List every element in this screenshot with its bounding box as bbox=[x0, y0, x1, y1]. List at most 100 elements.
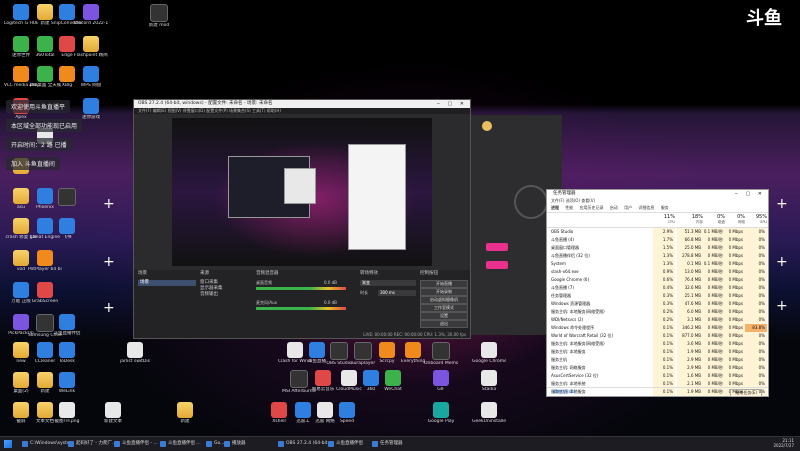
process-row[interactable]: 斗鱼直播伴侣 (32 位) 1.3% 278.8 MB 0 MB/秒 0 Mbps 0% bbox=[547, 252, 768, 260]
process-row[interactable]: AsusCertService (32 位) 0.1% 1.6 MB 0 MB/秒 0 … bbox=[547, 372, 768, 380]
desktop-icon[interactable]: 迷你游戏 bbox=[74, 98, 108, 120]
window-controls-icon[interactable]: ‒ ▢ ✕ bbox=[437, 100, 467, 108]
process-row[interactable]: 任务管理器 0.3% 25.1 MB 0 MB/秒 0 Mbps 0% bbox=[547, 292, 768, 300]
notification-2[interactable]: 本区域全部功能现已启用 bbox=[6, 119, 83, 132]
settings-button[interactable] bbox=[486, 261, 508, 269]
desktop-icon[interactable]: WPS 网盘 bbox=[74, 66, 108, 88]
process-row[interactable]: 桌面窗口管理器 1.5% 25.0 MB 0 MB/秒 0 Mbps 0% bbox=[547, 244, 768, 252]
obs-window[interactable]: OBS 27.2.4 (64-bit, windows) - 配置文件: 未命名… bbox=[133, 99, 471, 339]
taskbar-button[interactable]: OBS 27.2.4 (64-bit... bbox=[276, 439, 332, 449]
process-row[interactable]: 服务主机 0.1% 2.9 MB 0 MB/秒 0 Mbps 0% bbox=[547, 356, 768, 364]
process-row[interactable]: 服务主机: 本地服务 0.1% 1.9 MB 0 MB/秒 0 Mbps 0% bbox=[547, 348, 768, 356]
end-task-button[interactable]: 结束任务(E) bbox=[730, 389, 762, 397]
tab-users[interactable]: 用户 bbox=[624, 205, 632, 210]
desktop-icon[interactable]: GrabScreen bbox=[28, 282, 62, 304]
scene-item[interactable]: 场景 bbox=[138, 280, 196, 286]
source-item[interactable]: 音频输出 bbox=[200, 292, 252, 298]
desktop-icon[interactable] bbox=[50, 188, 84, 207]
fewer-details-link[interactable]: 简略信息(D) bbox=[553, 388, 575, 396]
process-row[interactable]: 服务主机: 本地服务(网络受限) 0.1% 3.6 MB 0 MB/秒 0 Mbps 0% bbox=[547, 340, 768, 348]
desktop-icon[interactable]: PotPlayer 64 bit bbox=[28, 250, 62, 272]
settings-button[interactable]: 设置 bbox=[420, 312, 468, 320]
start-icon[interactable] bbox=[4, 440, 12, 448]
desktop-icon[interactable]: 新建 bbox=[168, 402, 202, 424]
desktop-icon[interactable]: Speed bbox=[330, 402, 364, 424]
process-row[interactable]: 斗鱼直播 (4) 1.7% 66.8 MB 0 MB/秒 0 Mbps 0% bbox=[547, 236, 768, 244]
process-row[interactable]: System 1.3% 0.1 MB 0.1 MB/秒 0 Mbps 0% bbox=[547, 260, 768, 268]
task-manager-window[interactable]: 任务管理器 ‒ ▢ ✕ 文件(F) 选项(O) 查看(V) 进程 性能 应用历史… bbox=[546, 189, 769, 397]
start-recording-button[interactable]: 开始录制 bbox=[420, 288, 468, 296]
process-net: 0 Mbps bbox=[723, 348, 745, 356]
studio-mode-button[interactable]: 工作室模式 bbox=[420, 304, 468, 312]
tab-performance[interactable]: 性能 bbox=[565, 205, 573, 210]
tab-details[interactable]: 详细信息 bbox=[638, 205, 654, 210]
notification-1[interactable]: 欢迎使用斗鱼直播平 bbox=[6, 100, 71, 113]
desktop-icon[interactable]: Flashpoint 精简版(1GB) bbox=[74, 36, 108, 58]
taskbar-button[interactable]: 播放器 bbox=[222, 439, 246, 449]
desktop-icon[interactable]: ToDesk bbox=[50, 342, 84, 364]
desktop-icon[interactable]: 飞书 bbox=[50, 218, 84, 240]
process-row[interactable]: World of Warcraft Retail (32 位) 0.1% 877.0… bbox=[547, 332, 768, 340]
taskbar-button[interactable]: 起码好了 - 力爬广... bbox=[66, 439, 116, 449]
process-row[interactable]: OBS Studio 2.9% 51.3 MB 0.1 MB/秒 0 Mbps 0% bbox=[547, 228, 768, 236]
desktop-icon[interactable]: Google Chrome bbox=[472, 342, 506, 364]
process-row[interactable]: Windows 命令处理程序 0.1% 346.2 MB 0 MB/秒 0 Mbps 83… bbox=[547, 324, 768, 332]
process-row[interactable]: 服务主机: 本地服务(网络受限) 0.2% 6.0 MB 0 MB/秒 0 Mbps 0% bbox=[547, 308, 768, 316]
tm-titlebar[interactable]: 任务管理器 ‒ ▢ ✕ bbox=[547, 190, 768, 198]
record-ring-icon[interactable] bbox=[514, 185, 548, 219]
desktop-icon[interactable]: 新建 mod bbox=[142, 4, 176, 28]
window-controls-icon[interactable]: ‒ ▢ ✕ bbox=[735, 190, 765, 198]
desktop-icon[interactable]: jarlist switDis bbox=[118, 342, 152, 364]
process-row[interactable]: 服务主机: 网络服务 0.1% 2.9 MB 0 MB/秒 0 Mbps 0% bbox=[547, 364, 768, 372]
app-icon bbox=[37, 282, 53, 298]
taskbar-button[interactable]: 斗鱼直播伴侣 - ... bbox=[112, 439, 158, 449]
column-header[interactable]: 18% 内存 bbox=[677, 214, 703, 225]
process-row[interactable]: Windows 资源管理器 0.3% 47.6 MB 0 MB/秒 0 Mbps 0% bbox=[547, 300, 768, 308]
desktop-icon[interactable]: GeekUninstaller bbox=[472, 402, 506, 424]
desktop-icon[interactable]: 截图TH.png bbox=[50, 402, 84, 424]
tab-startup[interactable]: 启动 bbox=[610, 205, 618, 210]
desktop-icon-label: WPS 网盘 bbox=[80, 83, 102, 88]
tab-processes[interactable]: 进程 bbox=[551, 205, 559, 210]
process-row[interactable]: 斗鱼直播 (7) 0.4% 32.6 MB 0 MB/秒 0 Mbps 0% bbox=[547, 284, 768, 292]
start-streaming-button[interactable]: 开始直播 bbox=[420, 280, 468, 288]
process-name: slash-x64.exe bbox=[551, 269, 579, 274]
taskbar-button[interactable]: 斗鱼直播伴侣 ... bbox=[158, 439, 201, 449]
exit-button[interactable]: 退出 bbox=[420, 320, 468, 328]
transition-select[interactable]: 渐变 bbox=[360, 280, 416, 286]
taskbar-button[interactable]: 斗鱼直播伴侣 bbox=[326, 439, 363, 449]
column-header[interactable]: 0% 网络 bbox=[723, 214, 745, 225]
notification-4[interactable]: 加入 斗鱼直播间 bbox=[6, 157, 60, 170]
process-row[interactable]: WDI/Netsvcs (2) 0.2% 3.1 MB 0 MB/秒 0 Mbps 0% bbox=[547, 316, 768, 324]
tm-process-list[interactable]: OBS Studio 2.9% 51.3 MB 0.1 MB/秒 0 Mbps 0% 斗鱼直… bbox=[547, 228, 768, 396]
tab-app-history[interactable]: 应用历史记录 bbox=[580, 205, 604, 210]
process-row[interactable]: Google Chrome (6) 0.6% 76.4 MB 0 MB/秒 0 Mbps… bbox=[547, 276, 768, 284]
obs-titlebar[interactable]: OBS 27.2.4 (64-bit, windows) - 配置文件: 未命名… bbox=[134, 100, 470, 108]
system-tray[interactable]: 21:11 2022/7/27 bbox=[773, 438, 794, 448]
virtual-camera-button[interactable]: 启动虚拟摄像机 bbox=[420, 296, 468, 304]
desktop-icon[interactable]: Discord 2022-1-1 bbox=[74, 4, 108, 26]
desktop-icon[interactable]: 斗鱼直播伴侣 bbox=[50, 314, 84, 336]
avatar[interactable] bbox=[482, 121, 492, 131]
desktop-icon[interactable]: 新建文本 bbox=[96, 402, 130, 424]
desktop-icon[interactable]: Google Play bbox=[424, 402, 458, 424]
live-button[interactable] bbox=[486, 243, 508, 251]
duration-input[interactable]: 300 ms bbox=[378, 290, 416, 296]
desktop-icon[interactable]: Stadia bbox=[472, 370, 506, 392]
desktop-icon[interactable]: GIF bbox=[424, 370, 458, 392]
tab-services[interactable]: 服务 bbox=[661, 205, 669, 210]
notification-3[interactable]: 开启时间：2 路 已播 bbox=[6, 138, 72, 151]
process-row[interactable]: slash-x64.exe 0.9% 13.0 MB 0 MB/秒 0 Mbps 0% bbox=[547, 268, 768, 276]
column-header[interactable]: 95% GPU bbox=[745, 214, 767, 224]
taskbar-button[interactable]: 任务管理器 bbox=[370, 439, 403, 449]
process-gpu: 0% bbox=[745, 340, 767, 348]
column-header[interactable]: 11% CPU bbox=[653, 214, 675, 224]
obs-menubar[interactable]: 文件(F) 编辑(E) 视图(V) 停靠窗口(D) 配置文件(P) 场景集合(S… bbox=[134, 108, 470, 114]
sources-list[interactable]: 窗口采集 显示器采集 音频输出 bbox=[200, 280, 252, 298]
desktop-icon[interactable]: WeChat bbox=[376, 370, 410, 392]
app-icon bbox=[405, 342, 421, 358]
column-header[interactable]: 0% 磁盘 bbox=[701, 214, 725, 225]
desktop-icon[interactable]: WeLink bbox=[50, 372, 84, 394]
obs-preview[interactable] bbox=[172, 118, 432, 266]
desktop-icon[interactable]: Onboard Memory bbox=[424, 342, 458, 366]
